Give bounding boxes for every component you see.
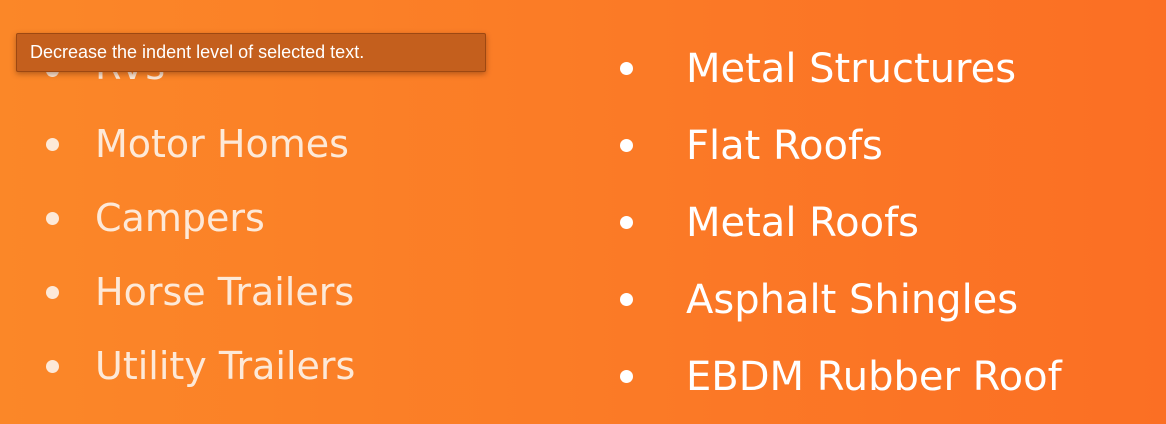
- list-item[interactable]: Flat Roofs: [620, 107, 1160, 184]
- slide-canvas[interactable]: RVs Motor Homes Campers Horse Trailers U…: [0, 0, 1166, 424]
- bullet-icon: [620, 62, 633, 75]
- list-item[interactable]: Horse Trailers: [46, 255, 566, 329]
- bullet-list-right: Metal Structures Flat Roofs Metal Roofs …: [620, 30, 1160, 415]
- tooltip-text: Decrease the indent level of selected te…: [30, 42, 365, 62]
- list-item[interactable]: Metal Roofs: [620, 184, 1160, 261]
- list-item[interactable]: Asphalt Shingles: [620, 261, 1160, 338]
- decrease-indent-tooltip: Decrease the indent level of selected te…: [16, 33, 486, 72]
- bullet-icon: [620, 293, 633, 306]
- bullet-icon: [46, 359, 59, 373]
- list-item[interactable]: Motor Homes: [46, 107, 566, 181]
- list-item-label: Motor Homes: [95, 122, 349, 166]
- list-item-label: Asphalt Shingles: [686, 276, 1019, 323]
- bullet-icon: [620, 370, 633, 383]
- list-item-label: Flat Roofs: [686, 122, 883, 169]
- bullet-icon: [46, 137, 59, 151]
- list-item[interactable]: Utility Trailers: [46, 329, 566, 403]
- list-item-label: Utility Trailers: [95, 344, 356, 388]
- bullet-icon: [620, 216, 633, 229]
- bullet-icon: [46, 285, 59, 299]
- bullet-icon: [620, 139, 633, 152]
- list-item-label: Horse Trailers: [95, 270, 355, 314]
- list-item-label: Metal Structures: [686, 45, 1017, 92]
- list-item-label: EBDM Rubber Roof: [686, 353, 1062, 400]
- bullet-icon: [46, 211, 59, 225]
- list-item[interactable]: Metal Structures: [620, 30, 1160, 107]
- bullet-list-left: RVs Motor Homes Campers Horse Trailers U…: [46, 33, 566, 403]
- list-item-label: Campers: [95, 196, 265, 240]
- list-item[interactable]: Campers: [46, 181, 566, 255]
- list-item[interactable]: EBDM Rubber Roof: [620, 338, 1160, 415]
- list-item-label: Metal Roofs: [686, 199, 920, 246]
